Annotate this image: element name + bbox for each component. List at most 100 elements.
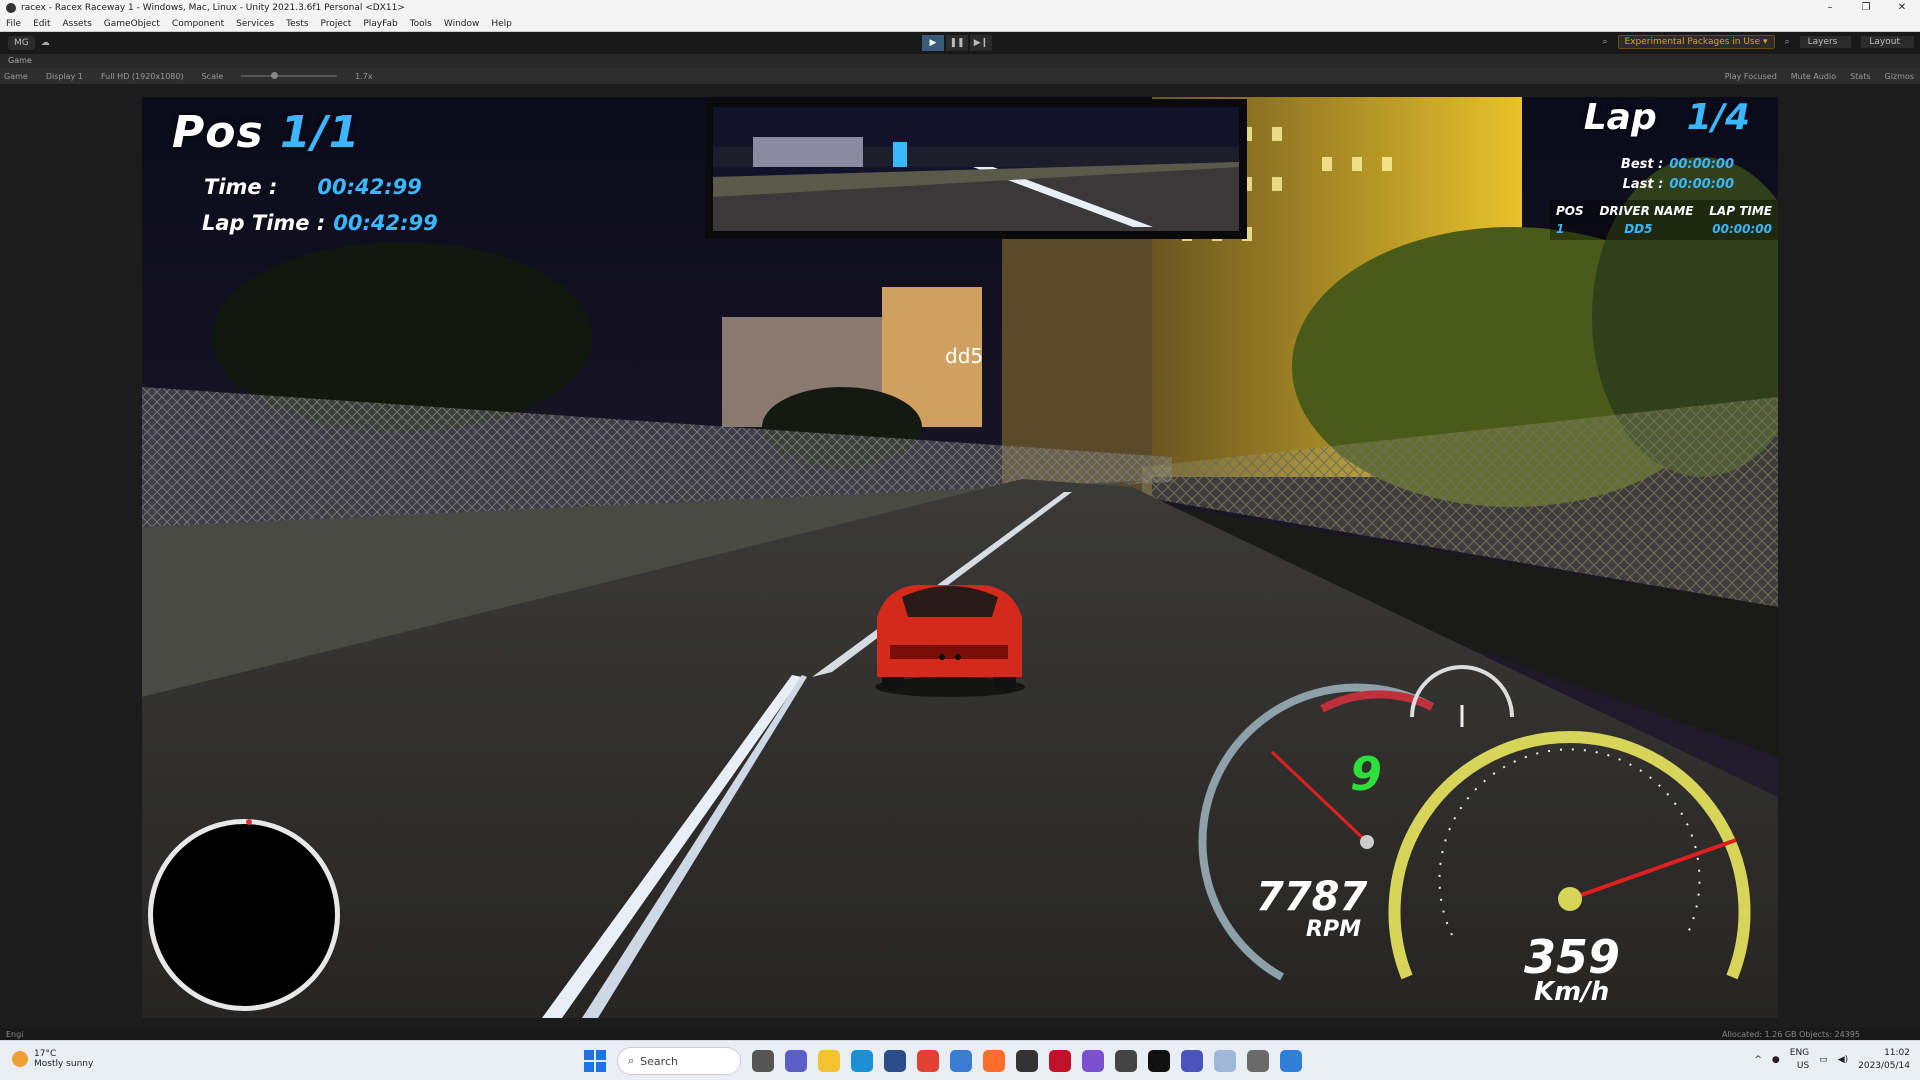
- status-message[interactable]: Engi: [6, 1030, 23, 1039]
- game-mode-dropdown[interactable]: Game: [4, 72, 28, 81]
- search-icon[interactable]: ⌕: [1603, 37, 1608, 47]
- menu-playfab[interactable]: PlayFab: [363, 19, 397, 29]
- leaderboard-row: 1 DD5 00:00:00: [1556, 222, 1772, 236]
- menu-window[interactable]: Window: [444, 19, 480, 29]
- teams-chat-icon[interactable]: [785, 1050, 807, 1072]
- scale-label: Scale: [201, 71, 224, 81]
- time-label: Time :: [204, 175, 278, 199]
- leaderboard-col-name: DRIVER NAME: [1599, 204, 1694, 218]
- taskbar-clock[interactable]: 11:02 2023/05/14: [1858, 1047, 1910, 1073]
- search-icon[interactable]: ⌕: [1785, 37, 1790, 47]
- microphone-icon[interactable]: ●: [1772, 1055, 1780, 1065]
- game-viewport[interactable]: Pos 1/1 Time : 00:42:99 Lap Time : 00:42…: [142, 97, 1778, 1018]
- clock-date: 2023/05/14: [1858, 1061, 1910, 1071]
- windows-taskbar: 17°C Mostly sunny ⌕ Search ^ ● ENG US ▭ …: [0, 1040, 1920, 1080]
- volume-icon[interactable]: ◀): [1838, 1055, 1848, 1065]
- unity-status-bar: Engi Allocated: 1.26 GB Objects: 24395: [0, 1028, 1920, 1040]
- play-button[interactable]: ▶: [922, 35, 944, 51]
- time-value: 00:42:99: [317, 175, 422, 199]
- leaderboard-col-pos: POS: [1556, 204, 1584, 218]
- menu-file[interactable]: File: [6, 19, 21, 29]
- taskbar-search-placeholder: Search: [640, 1054, 678, 1068]
- rear-view-mirror: [705, 99, 1247, 239]
- rpm-unit: RPM: [1306, 917, 1361, 942]
- leaderboard-col-time: LAP TIME: [1709, 204, 1772, 218]
- resolution-dropdown[interactable]: Full HD (1920x1080): [101, 72, 184, 81]
- stats-toggle[interactable]: Stats: [1850, 72, 1870, 81]
- edge-icon[interactable]: [851, 1050, 873, 1072]
- unity-editor-icon[interactable]: [1148, 1050, 1170, 1072]
- app-icon-red[interactable]: [1049, 1050, 1071, 1072]
- menu-gameobject[interactable]: GameObject: [104, 19, 160, 29]
- menu-tools[interactable]: Tools: [410, 19, 432, 29]
- vscode-icon[interactable]: [1280, 1050, 1302, 1072]
- leaderboard-row-name: DD5: [1624, 222, 1653, 236]
- best-lap-row: Best : 00:00:00: [1621, 155, 1734, 175]
- chevron-up-icon[interactable]: ^: [1754, 1055, 1762, 1065]
- pause-button[interactable]: ❚❚: [946, 35, 968, 51]
- network-icon[interactable]: ▭: [1819, 1055, 1828, 1065]
- menu-help[interactable]: Help: [491, 19, 512, 29]
- unity-hub-icon[interactable]: [1016, 1050, 1038, 1072]
- file-explorer-icon[interactable]: [818, 1050, 840, 1072]
- pos-value: 1/1: [280, 107, 361, 158]
- lap-counter: Lap 1/4: [1584, 97, 1750, 138]
- laptime-label: Lap Time :: [202, 211, 326, 235]
- menu-edit[interactable]: Edit: [33, 19, 50, 29]
- taskbar-apps: ⌕ Search: [584, 1047, 1302, 1075]
- close-button[interactable]: ✕: [1884, 0, 1920, 16]
- clock-time: 11:02: [1884, 1048, 1910, 1058]
- taskbar-search[interactable]: ⌕ Search: [617, 1047, 741, 1075]
- task-view-icon[interactable]: [752, 1050, 774, 1072]
- gizmos-dropdown[interactable]: Gizmos: [1885, 72, 1914, 81]
- system-tray: ^ ● ENG US ▭ ◀) 11:02 2023/05/14: [1754, 1047, 1910, 1073]
- menu-services[interactable]: Services: [236, 19, 274, 29]
- unity-logo-icon: [6, 3, 16, 13]
- play-focused-dropdown[interactable]: Play Focused: [1725, 72, 1777, 81]
- tab-game[interactable]: Game: [8, 56, 32, 65]
- weather-desc: Mostly sunny: [34, 1059, 94, 1069]
- race-position: Pos 1/1: [172, 107, 360, 158]
- layout-dropdown[interactable]: Layout: [1861, 36, 1914, 48]
- app-icon-blue[interactable]: [950, 1050, 972, 1072]
- leaderboard-row-time: 00:00:00: [1712, 222, 1772, 236]
- player-name-tag: dd5: [945, 344, 984, 368]
- cloud-icon[interactable]: ☁: [41, 38, 50, 48]
- maximize-button[interactable]: ❐: [1848, 0, 1884, 16]
- scale-slider-knob[interactable]: [271, 72, 279, 79]
- leaderboard: POS DRIVER NAME LAP TIME 1 DD5 00:00:00: [1550, 200, 1778, 240]
- mute-audio-toggle[interactable]: Mute Audio: [1791, 72, 1836, 81]
- mirror-scene: [713, 107, 1239, 231]
- minimap-north-marker: [246, 819, 252, 825]
- leaderboard-header: POS DRIVER NAME LAP TIME: [1556, 204, 1772, 218]
- firefox-icon[interactable]: [983, 1050, 1005, 1072]
- windows-start-icon[interactable]: [584, 1050, 606, 1072]
- account-dropdown[interactable]: MG: [8, 36, 35, 50]
- leaderboard-row-pos: 1: [1556, 222, 1565, 236]
- race-car: [875, 585, 1025, 697]
- menu-assets[interactable]: Assets: [63, 19, 92, 29]
- chrome-icon[interactable]: [917, 1050, 939, 1072]
- lang-bottom: US: [1796, 1061, 1810, 1071]
- experimental-packages-button[interactable]: Experimental Packages in Use ▾: [1617, 35, 1775, 49]
- language-indicator[interactable]: ENG US: [1790, 1047, 1809, 1073]
- layers-dropdown[interactable]: Layers: [1799, 36, 1852, 48]
- window-controls: – ❐ ✕: [1812, 0, 1920, 16]
- scale-slider[interactable]: [241, 72, 338, 79]
- game-tab-row: Game: [0, 54, 1920, 68]
- race-time: Time : 00:42:99: [204, 175, 422, 199]
- pos-label: Pos: [172, 107, 264, 158]
- calculator-icon[interactable]: [1247, 1050, 1269, 1072]
- weather-widget[interactable]: 17°C Mostly sunny: [12, 1049, 93, 1069]
- store-icon[interactable]: [884, 1050, 906, 1072]
- teams-icon[interactable]: [1181, 1050, 1203, 1072]
- app-icon-dark[interactable]: [1115, 1050, 1137, 1072]
- menu-project[interactable]: Project: [321, 19, 352, 29]
- app-icon-light[interactable]: [1214, 1050, 1236, 1072]
- step-button[interactable]: ▶❙: [970, 35, 992, 51]
- app-icon-purple[interactable]: [1082, 1050, 1104, 1072]
- menu-component[interactable]: Component: [172, 19, 224, 29]
- minimize-button[interactable]: –: [1812, 0, 1848, 16]
- menu-tests[interactable]: Tests: [286, 19, 308, 29]
- display-dropdown[interactable]: Display 1: [46, 72, 83, 81]
